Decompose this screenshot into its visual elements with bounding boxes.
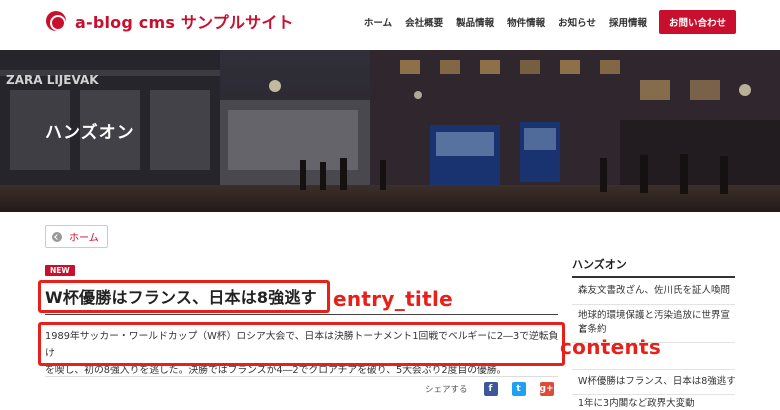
site-header: a-blog cms サンプルサイト ホーム 会社概要 製品情報 物件情報 お知… xyxy=(0,0,780,50)
title-divider xyxy=(45,314,558,315)
sidebar-item[interactable]: 1年に3内閣など政界大変動 xyxy=(578,397,736,410)
sidebar-item[interactable]: W杯優勝はフランス、日本は8強逃す xyxy=(578,375,736,389)
nav-item-products[interactable]: 製品情報 xyxy=(456,15,494,29)
breadcrumb[interactable]: ホーム xyxy=(45,225,108,248)
contents-annotation: contents xyxy=(560,335,662,359)
contents-highlight-box xyxy=(38,322,565,366)
share-label: シェアする xyxy=(425,385,468,395)
sidebar-title-divider xyxy=(572,276,735,278)
sidebar-divider xyxy=(572,394,735,395)
twitter-icon[interactable]: t xyxy=(511,382,526,396)
breadcrumb-home-link[interactable]: ホーム xyxy=(69,229,99,244)
sidebar-divider xyxy=(572,342,735,343)
hero-banner: ZARA LIJEVAK ハンズオン xyxy=(0,50,780,212)
nav-item-recruit[interactable]: 採用情報 xyxy=(609,15,647,29)
logo-text: a-blog cms サンプルサイト xyxy=(75,13,294,32)
entry-title-annotation: entry_title xyxy=(333,287,453,311)
sidebar-divider xyxy=(572,369,735,370)
nav-item-properties[interactable]: 物件情報 xyxy=(507,15,545,29)
facebook-icon[interactable]: f xyxy=(483,382,498,396)
chevron-left-icon xyxy=(52,231,62,242)
sidebar-item-continued[interactable]: と条約 xyxy=(578,323,736,337)
new-badge: NEW xyxy=(45,265,75,276)
nav-item-home[interactable]: ホーム xyxy=(364,15,392,29)
logo-icon xyxy=(46,11,66,31)
entry-title-highlight-box xyxy=(38,280,330,313)
contact-button[interactable]: お問い合わせ xyxy=(658,10,736,34)
nav-item-company[interactable]: 会社概要 xyxy=(405,15,443,29)
google-plus-icon[interactable]: g+ xyxy=(539,382,554,396)
share-bar: シェアする f t g+ xyxy=(425,382,568,396)
hero-title: ハンズオン xyxy=(45,123,135,143)
sidebar-title: ハンズオン xyxy=(572,258,627,271)
site-logo[interactable]: a-blog cms サンプルサイト xyxy=(46,10,294,32)
share-divider xyxy=(45,376,558,377)
nav-item-news[interactable]: お知らせ xyxy=(558,15,596,29)
sidebar-divider xyxy=(572,304,735,305)
global-nav: ホーム 会社概要 製品情報 物件情報 お知らせ 採用情報 お問い合わせ xyxy=(351,10,736,34)
sidebar-item[interactable]: 森友文書改ざん、佐川氏を証人喚問 xyxy=(578,284,736,298)
